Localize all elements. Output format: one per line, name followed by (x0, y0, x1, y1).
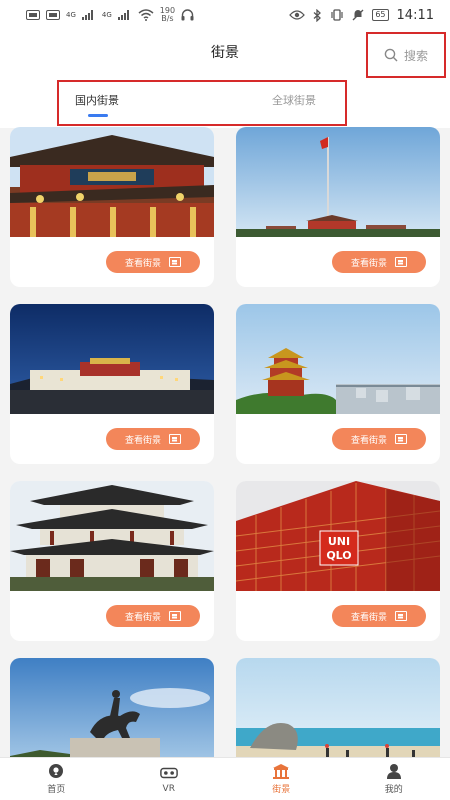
sim-icon (26, 10, 40, 20)
bluetooth-icon (313, 8, 322, 22)
card-image: UNI QLO (236, 481, 440, 591)
view-street-label: 查看街景 (350, 258, 387, 269)
street-view-icon (395, 434, 407, 444)
app-header: 街景 搜索 (0, 30, 450, 80)
beach-rocks-image (236, 658, 440, 757)
view-street-button[interactable]: 查看街景 (332, 428, 426, 450)
tab-domestic[interactable]: 国内街景 (75, 92, 119, 108)
network-type-2: 4G (101, 11, 112, 19)
street-view-card[interactable] (236, 658, 440, 757)
wifi-icon (138, 9, 154, 21)
equestrian-statue-image (10, 658, 214, 757)
network-type-1: 4G (66, 11, 76, 19)
street-view-icon (395, 257, 407, 267)
street-view-icon (395, 611, 407, 621)
card-image (236, 658, 440, 757)
tab-active-indicator (88, 114, 108, 117)
street-view-card[interactable]: 查看街景 (10, 304, 214, 464)
view-street-label: 查看街景 (124, 612, 161, 623)
street-view-card[interactable]: 查看街景 (10, 481, 214, 641)
tabbar-street[interactable]: 街景 (225, 758, 338, 800)
tabbar-vr-label: VR (162, 783, 175, 794)
card-image (10, 127, 214, 237)
tabbar-mine[interactable]: 我的 (338, 758, 450, 800)
vr-goggles-icon (159, 765, 178, 781)
signal-icon-2 (117, 10, 129, 20)
view-street-button[interactable]: 查看街景 (106, 428, 200, 450)
card-image (10, 481, 214, 591)
search-button[interactable]: 搜索 (366, 32, 446, 78)
search-label: 搜索 (403, 48, 428, 63)
street-view-icon (169, 257, 181, 267)
sim-icon-2 (46, 10, 60, 20)
pagoda-pavilion-image (10, 481, 214, 591)
potala-palace-image (10, 304, 214, 414)
net-speed-unit: B/s (161, 14, 174, 23)
net-speed: 190 B/s (160, 7, 175, 23)
eye-icon (289, 10, 306, 20)
tabbar-street-label: 街景 (272, 785, 291, 795)
street-view-icon (169, 611, 181, 621)
mute-icon (352, 9, 364, 21)
street-view-card[interactable]: 查看街景 (236, 304, 440, 464)
view-street-button[interactable]: 查看街景 (106, 605, 200, 627)
signal-icon (81, 10, 93, 20)
battery-indicator: 65 (372, 9, 389, 21)
street-view-card[interactable] (10, 658, 214, 757)
street-view-card[interactable]: 查看街景 (236, 127, 440, 287)
view-street-button[interactable]: 查看街景 (106, 251, 200, 273)
bottom-tab-bar: 首页 VR 街景 我的 (0, 757, 450, 800)
card-image (10, 304, 214, 414)
search-icon (384, 48, 398, 62)
tab-bar-top: 国内街景 全球街景 (0, 80, 450, 128)
status-right: 65 14:11 (289, 8, 434, 23)
card-image (236, 304, 440, 414)
tab-global[interactable]: 全球街景 (272, 92, 316, 108)
chinese-gate-tower-image (10, 127, 214, 237)
view-street-label: 查看街景 (124, 435, 161, 446)
clock: 14:11 (396, 7, 434, 23)
card-image (10, 658, 214, 757)
view-street-label: 查看街景 (350, 435, 387, 446)
tabbar-vr[interactable]: VR (113, 758, 226, 800)
view-street-button[interactable]: 查看街景 (332, 251, 426, 273)
tabbar-home-label: 首页 (47, 785, 66, 795)
view-street-label: 查看街景 (350, 612, 387, 623)
yellow-crane-tower-image (236, 304, 440, 414)
status-bar: 4G 4G 190 B/s 65 14:11 (0, 0, 450, 30)
view-street-button[interactable]: 查看街景 (332, 605, 426, 627)
street-view-card[interactable]: UNI QLO 查看街景 (236, 481, 440, 641)
tabbar-mine-label: 我的 (384, 785, 403, 795)
street-view-grid: 查看街景 查看街景 查看街景 查看街景 查看街景 UNI QLO 查看街景 (10, 127, 440, 757)
user-icon (385, 763, 403, 779)
card-image (236, 127, 440, 237)
tiananmen-flagpole-image (236, 127, 440, 237)
street-view-card[interactable]: 查看街景 (10, 127, 214, 287)
status-left: 4G 4G 190 B/s (26, 7, 194, 23)
street-view-icon (169, 434, 181, 444)
building-icon (272, 763, 290, 779)
headphones-icon (181, 9, 194, 21)
logo-text-top: UNI (328, 535, 350, 548)
logo-text-bottom: QLO (326, 549, 351, 562)
view-street-label: 查看街景 (124, 258, 161, 269)
uniqlo-building-image: UNI QLO (236, 481, 440, 591)
map-pin-icon (47, 763, 65, 779)
tabbar-home[interactable]: 首页 (0, 758, 113, 800)
vibrate-icon (331, 9, 343, 21)
